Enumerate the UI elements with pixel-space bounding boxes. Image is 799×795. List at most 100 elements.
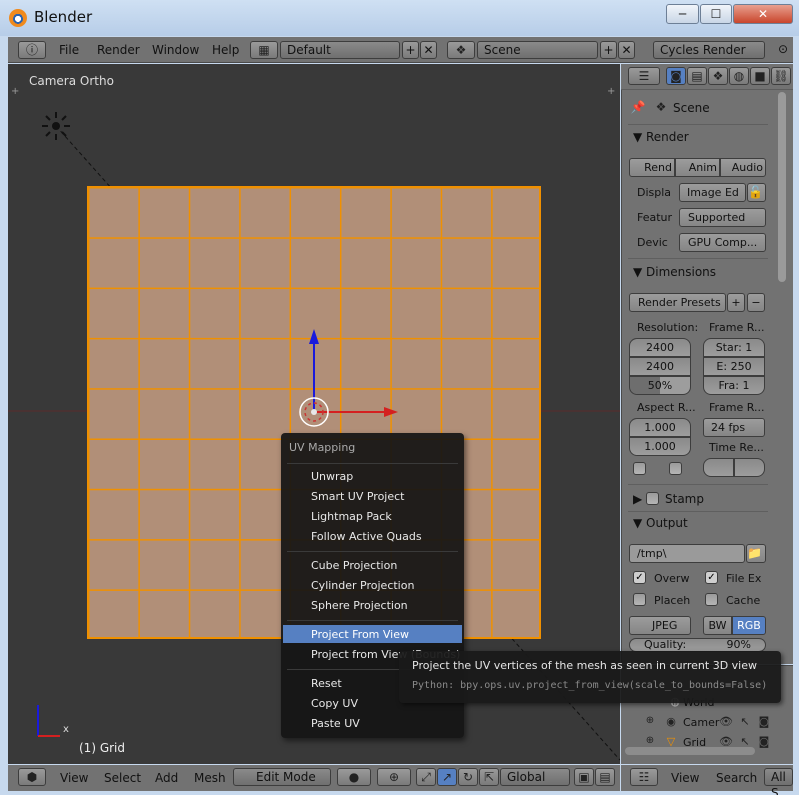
- color-rgb-button[interactable]: RGB: [732, 616, 766, 635]
- pivot-point-button[interactable]: ⊕: [377, 768, 411, 786]
- menu-item-follow-active-quads[interactable]: Follow Active Quads: [311, 530, 422, 543]
- world-tab[interactable]: ◍: [729, 67, 749, 85]
- remove-preset-button[interactable]: −: [747, 293, 765, 312]
- remove-scene-button[interactable]: ✕: [618, 41, 635, 59]
- menu-item-project-from-view[interactable]: Project From View: [311, 628, 409, 641]
- renderable-camera-icon[interactable]: ◙: [758, 735, 770, 748]
- editor-type-properties-icon[interactable]: ☰: [628, 67, 660, 85]
- render-presets-dropdown[interactable]: Render Presets: [629, 293, 726, 312]
- render-layers-tab[interactable]: ▤: [687, 67, 707, 85]
- manipulator-toggle[interactable]: ⤢: [416, 768, 436, 786]
- quality-slider[interactable]: Quality: 90%: [629, 638, 766, 652]
- placeholders-checkbox[interactable]: [633, 593, 646, 606]
- cache-result-checkbox[interactable]: [705, 593, 718, 606]
- scene-tab[interactable]: ❖: [708, 67, 728, 85]
- selectable-cursor-icon[interactable]: ↖: [739, 715, 751, 728]
- render-animation-button[interactable]: Anim: [675, 158, 720, 177]
- viewport-shading-button[interactable]: ●: [337, 768, 371, 786]
- device-dropdown[interactable]: GPU Comp...: [679, 233, 766, 252]
- add-scene-button[interactable]: +: [600, 41, 617, 59]
- resolution-x-field[interactable]: 2400: [629, 338, 691, 357]
- minimize-button[interactable]: ─: [666, 4, 699, 24]
- render-still-button[interactable]: Rend: [629, 158, 675, 177]
- screen-layout-icon[interactable]: ▦: [250, 41, 278, 59]
- editor-type-outliner-icon[interactable]: ☷: [630, 768, 658, 786]
- add-layout-button[interactable]: +: [402, 41, 419, 59]
- menu-window[interactable]: Window: [152, 43, 199, 57]
- frame-end-field[interactable]: E: 250: [703, 357, 765, 376]
- outliner-menu-view[interactable]: View: [671, 771, 699, 785]
- resolution-y-field[interactable]: 2400: [629, 357, 691, 376]
- render-engine-dropdown[interactable]: Cycles Render: [653, 41, 765, 59]
- properties-scrollbar[interactable]: [778, 92, 786, 282]
- time-remap-old-field[interactable]: [703, 458, 734, 477]
- color-bw-button[interactable]: BW: [703, 616, 732, 635]
- output-path-field[interactable]: /tmp\: [629, 544, 745, 563]
- lock-interface-button[interactable]: 🔓: [747, 183, 766, 202]
- menu-item-lightmap-pack[interactable]: Lightmap Pack: [311, 510, 392, 523]
- menu-render[interactable]: Render: [97, 43, 140, 57]
- transform-orientation-dropdown[interactable]: Global: [500, 768, 570, 786]
- render-tab[interactable]: ◙: [666, 67, 686, 85]
- menu-item-reset[interactable]: Reset: [311, 677, 342, 690]
- frame-step-field[interactable]: Fra: 1: [703, 376, 765, 395]
- remove-layout-button[interactable]: ✕: [420, 41, 437, 59]
- menu-mesh[interactable]: Mesh: [194, 771, 226, 785]
- feature-set-dropdown[interactable]: Supported: [679, 208, 766, 227]
- dimensions-panel-toggle[interactable]: ▼: [633, 265, 642, 279]
- menu-item-copy-uv[interactable]: Copy UV: [311, 697, 358, 710]
- outliner-menu-search[interactable]: Search: [716, 771, 757, 785]
- edge-select-button[interactable]: ▤: [595, 768, 615, 786]
- menu-item-sphere-projection[interactable]: Sphere Projection: [311, 599, 408, 612]
- add-preset-button[interactable]: +: [727, 293, 745, 312]
- aspect-y-field[interactable]: 1.000: [629, 437, 691, 456]
- maximize-button[interactable]: ☐: [700, 4, 732, 24]
- renderable-camera-icon[interactable]: ◙: [758, 715, 770, 728]
- menu-item-unwrap[interactable]: Unwrap: [311, 470, 353, 483]
- menu-add[interactable]: Add: [155, 771, 178, 785]
- menu-item-smart-uv-project[interactable]: Smart UV Project: [311, 490, 404, 503]
- vertex-select-button[interactable]: ▣: [574, 768, 594, 786]
- aspect-x-field[interactable]: 1.000: [629, 418, 691, 437]
- scene-field[interactable]: Scene: [477, 41, 598, 59]
- outliner-scrollbar[interactable]: [625, 747, 755, 755]
- menu-item-paste-uv[interactable]: Paste UV: [311, 717, 360, 730]
- menu-select[interactable]: Select: [104, 771, 141, 785]
- menu-item-cylinder-projection[interactable]: Cylinder Projection: [311, 579, 414, 592]
- scene-selector-icon[interactable]: ❖: [447, 41, 475, 59]
- browse-folder-button[interactable]: 📁: [746, 544, 766, 563]
- outliner-display-filter[interactable]: All S: [764, 768, 793, 795]
- editor-type-info-icon[interactable]: ⓘ: [18, 41, 46, 59]
- output-panel-toggle[interactable]: ▼: [633, 516, 642, 530]
- scale-manipulator-button[interactable]: ⇱: [479, 768, 499, 786]
- editor-type-3dview-icon[interactable]: ⬢: [18, 768, 46, 786]
- visibility-eye-icon[interactable]: 👁: [719, 715, 733, 728]
- screen-layout-field[interactable]: Default: [280, 41, 400, 59]
- expand-camera-icon[interactable]: ⊕: [645, 715, 655, 726]
- translate-manipulator-button[interactable]: ↗: [437, 768, 457, 786]
- border-checkbox[interactable]: [633, 462, 646, 475]
- menu-file[interactable]: File: [59, 43, 79, 57]
- outliner-item-camera[interactable]: Camer: [683, 716, 719, 729]
- stamp-panel-toggle[interactable]: ▶: [633, 492, 642, 506]
- crop-checkbox[interactable]: [669, 462, 682, 475]
- time-remap-new-field[interactable]: [734, 458, 765, 477]
- file-format-dropdown[interactable]: JPEG: [629, 616, 691, 635]
- render-audio-button[interactable]: Audio: [720, 158, 766, 177]
- frame-rate-dropdown[interactable]: 24 fps: [703, 418, 765, 437]
- object-tab[interactable]: ■: [750, 67, 770, 85]
- pin-icon[interactable]: 📌: [630, 100, 646, 114]
- menu-help[interactable]: Help: [212, 43, 239, 57]
- interaction-mode-dropdown[interactable]: Edit Mode: [233, 768, 331, 786]
- display-dropdown[interactable]: Image Ed: [679, 183, 746, 202]
- constraints-tab[interactable]: ⛓: [771, 67, 791, 85]
- expand-grid-icon[interactable]: ⊕: [645, 735, 655, 746]
- menu-view[interactable]: View: [60, 771, 88, 785]
- file-extensions-checkbox[interactable]: ✓: [705, 571, 718, 584]
- resolution-percentage-slider[interactable]: 50%: [629, 376, 691, 395]
- frame-start-field[interactable]: Star: 1: [703, 338, 765, 357]
- render-panel-toggle[interactable]: ▼: [633, 130, 642, 144]
- overwrite-checkbox[interactable]: ✓: [633, 571, 646, 584]
- stamp-checkbox[interactable]: [646, 492, 659, 505]
- rotate-manipulator-button[interactable]: ↻: [458, 768, 478, 786]
